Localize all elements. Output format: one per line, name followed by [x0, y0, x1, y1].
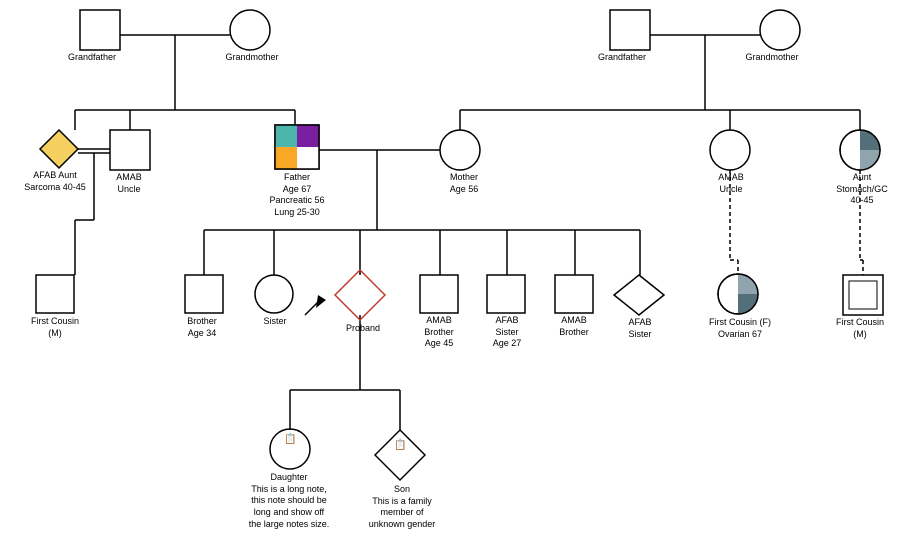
amab-uncle-right-label: AMABUncle [704, 172, 758, 195]
amab-brother-label: AMABBrotherAge 45 [412, 315, 466, 350]
daughter-label: DaughterThis is a long note, this note s… [248, 472, 330, 530]
paternal-grandmother-label: Grandmother [222, 52, 282, 64]
amab-uncle-left-label: AMABUncle [104, 172, 154, 195]
afab-sister2-label: AFABSister [612, 317, 668, 340]
brother-label: BrotherAge 34 [175, 316, 229, 339]
maternal-grandmother-label: Grandmother [742, 52, 802, 64]
aunt-stomach-label: AuntStomach/GC40-45 [832, 172, 892, 207]
maternal-grandfather-label: Grandfather [592, 52, 652, 64]
first-cousin-m-left-label: First Cousin(M) [24, 316, 86, 339]
amab-brother2-label: AMABBrother [546, 315, 602, 338]
mother-label: MotherAge 56 [438, 172, 490, 195]
first-cousin-f-label: First Cousin (F)Ovarian 67 [703, 317, 777, 340]
sister-label: Sister [252, 316, 298, 328]
svg-text:📋: 📋 [394, 438, 406, 451]
father-label: FatherAge 67Pancreatic 56Lung 25-30 [262, 172, 332, 219]
svg-text:📋: 📋 [284, 432, 296, 445]
first-cousin-m-right-label: First Cousin(M) [830, 317, 890, 340]
proband-label: Proband [340, 323, 386, 335]
afab-sister-label: AFABSisterAge 27 [478, 315, 536, 350]
afab-aunt-label: AFAB AuntSarcoma 40-45 [22, 170, 88, 193]
son-label: SonThis is a family member of unknown ge… [366, 484, 438, 531]
paternal-grandfather-label: Grandfather [62, 52, 122, 64]
